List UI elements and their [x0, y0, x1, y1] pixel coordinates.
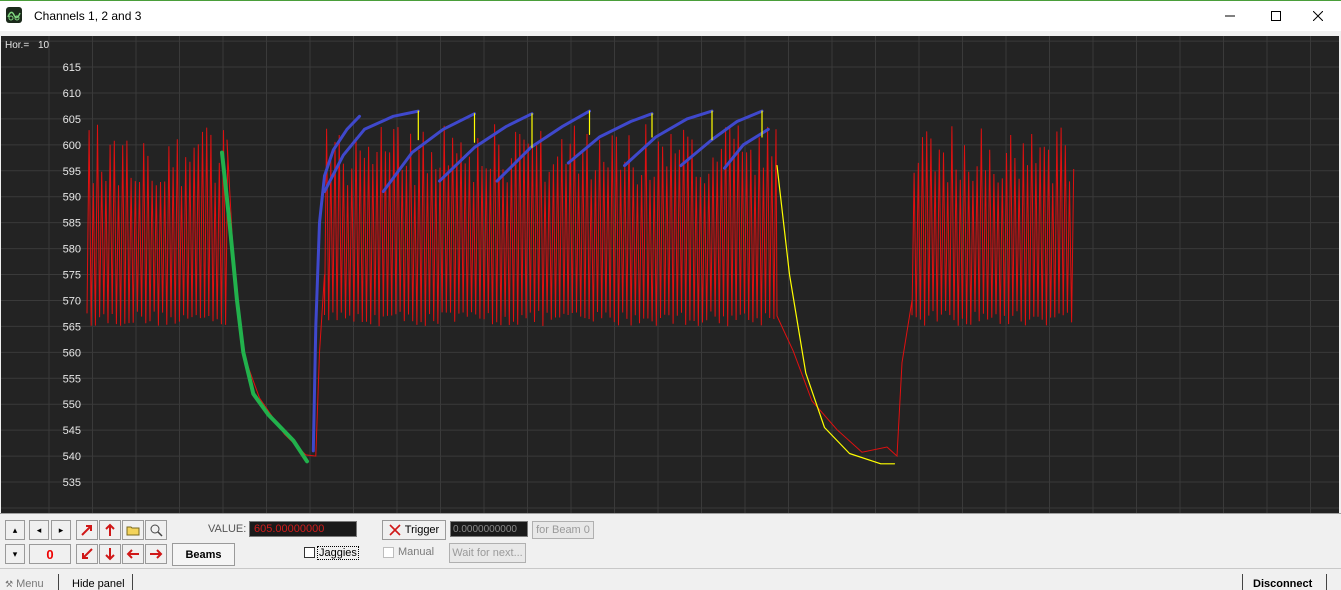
y-tick-label: 595: [63, 166, 81, 178]
scroll-right-button[interactable]: ▸: [51, 520, 71, 540]
tab-separator-3: [1242, 574, 1243, 590]
arrow-up-button[interactable]: [99, 520, 121, 540]
trigger-x-icon: [389, 524, 401, 536]
minimize-button[interactable]: [1207, 1, 1253, 31]
y-tick-label: 550: [63, 399, 81, 411]
counter-display[interactable]: 0: [29, 544, 71, 564]
value-field[interactable]: 605.00000000: [249, 521, 357, 537]
left-small-icon: ◂: [36, 524, 42, 535]
hide-panel-button[interactable]: Hide panel: [72, 578, 125, 590]
blue-fit-curve: [566, 112, 654, 165]
yellow-fit-curve: [776, 165, 896, 465]
footer-divider: [0, 568, 1341, 569]
y-tick-label: 560: [63, 347, 81, 359]
menu-icon: ⚒: [5, 579, 14, 589]
y-tick-label: 600: [63, 140, 81, 152]
arrow-down-button[interactable]: [99, 544, 121, 564]
y-tick-label: 540: [63, 451, 81, 463]
trigger-button[interactable]: Trigger: [382, 520, 446, 540]
y-tick-label: 610: [63, 88, 81, 100]
app-icon: [6, 7, 22, 23]
y-tick-label: 535: [63, 477, 81, 489]
close-button[interactable]: [1295, 1, 1341, 31]
trigger-label: Trigger: [404, 524, 440, 536]
for-beam-button[interactable]: for Beam 0: [532, 521, 594, 539]
y-tick-label: 615: [63, 62, 81, 74]
y-tick-label: 580: [63, 244, 81, 256]
right-small-icon: ▸: [58, 524, 64, 535]
folder-icon: [126, 526, 140, 536]
manual-checkbox[interactable]: [383, 547, 394, 558]
beams-button[interactable]: Beams: [172, 543, 235, 566]
jaggies-label[interactable]: Jaggies: [317, 546, 359, 560]
y-tick-label: 575: [63, 270, 81, 282]
wait-for-next-button[interactable]: Wait for next...: [449, 543, 526, 563]
scroll-up-button[interactable]: ▴: [5, 520, 25, 540]
arrow-downleft-icon: [82, 548, 93, 559]
green-fit-curve: [220, 150, 309, 464]
control-panel: ▴ ▾ ◂ ▸ 0 Beams VALUE: 605.00000000 Jagg…: [0, 513, 1341, 590]
title-bar: Channels 1, 2 and 3: [0, 0, 1341, 31]
value-label: VALUE:: [208, 523, 247, 535]
up-small-icon: ▴: [12, 524, 18, 535]
tab-separator-2: [132, 574, 133, 590]
arrow-right-button[interactable]: [145, 544, 167, 564]
y-tick-label: 565: [63, 321, 81, 333]
y-tick-label: 590: [63, 192, 81, 204]
hor-readout: Hor.= 10: [5, 40, 49, 51]
window-title: Channels 1, 2 and 3: [34, 9, 142, 23]
arrow-down-icon: [105, 548, 115, 561]
menu-label: Menu: [16, 578, 44, 590]
y-tick-label: 555: [63, 373, 81, 385]
hor-value: 10: [37, 40, 50, 51]
scroll-down-button[interactable]: ▾: [5, 544, 25, 564]
oscilloscope-chart[interactable]: 615 610 605 600 595 590 585 580 575 570 565 560 555 5…: [1, 36, 1339, 513]
y-tick-label: 605: [63, 114, 81, 126]
jaggies-checkbox[interactable]: [304, 547, 315, 558]
tab-separator-4: [1326, 574, 1327, 590]
plot-area[interactable]: 615 610 605 600 595 590 585 580 575 570 565 560 555 5…: [1, 36, 1339, 513]
down-small-icon: ▾: [12, 548, 18, 559]
minimize-icon: [1225, 15, 1235, 17]
arrow-upright-button[interactable]: [76, 520, 98, 540]
magnifier-icon: [150, 524, 163, 537]
y-tick-label: 570: [63, 295, 81, 307]
y-tick-label: 585: [63, 218, 81, 230]
disconnect-button[interactable]: Disconnect: [1253, 578, 1312, 590]
maximize-icon: [1271, 11, 1281, 21]
arrow-downleft-button[interactable]: [76, 544, 98, 564]
manual-label: Manual: [398, 546, 435, 558]
arrow-left-icon: [126, 549, 139, 559]
arrow-left-button[interactable]: [122, 544, 144, 564]
arrow-right-icon: [150, 549, 163, 559]
y-tick-label: 545: [63, 425, 81, 437]
close-icon: [1313, 11, 1323, 21]
arrow-up-icon: [105, 523, 115, 536]
trigger-value-field[interactable]: 0.0000000000: [450, 521, 528, 537]
tab-separator: [58, 574, 59, 590]
arrow-upright-icon: [81, 525, 92, 536]
hor-label: Hor.=: [5, 40, 30, 51]
menu-tab[interactable]: ⚒ Menu: [5, 578, 44, 590]
scroll-left-button[interactable]: ◂: [29, 520, 49, 540]
open-folder-button[interactable]: [122, 520, 144, 540]
zoom-button[interactable]: [145, 520, 167, 540]
maximize-button[interactable]: [1253, 1, 1299, 31]
